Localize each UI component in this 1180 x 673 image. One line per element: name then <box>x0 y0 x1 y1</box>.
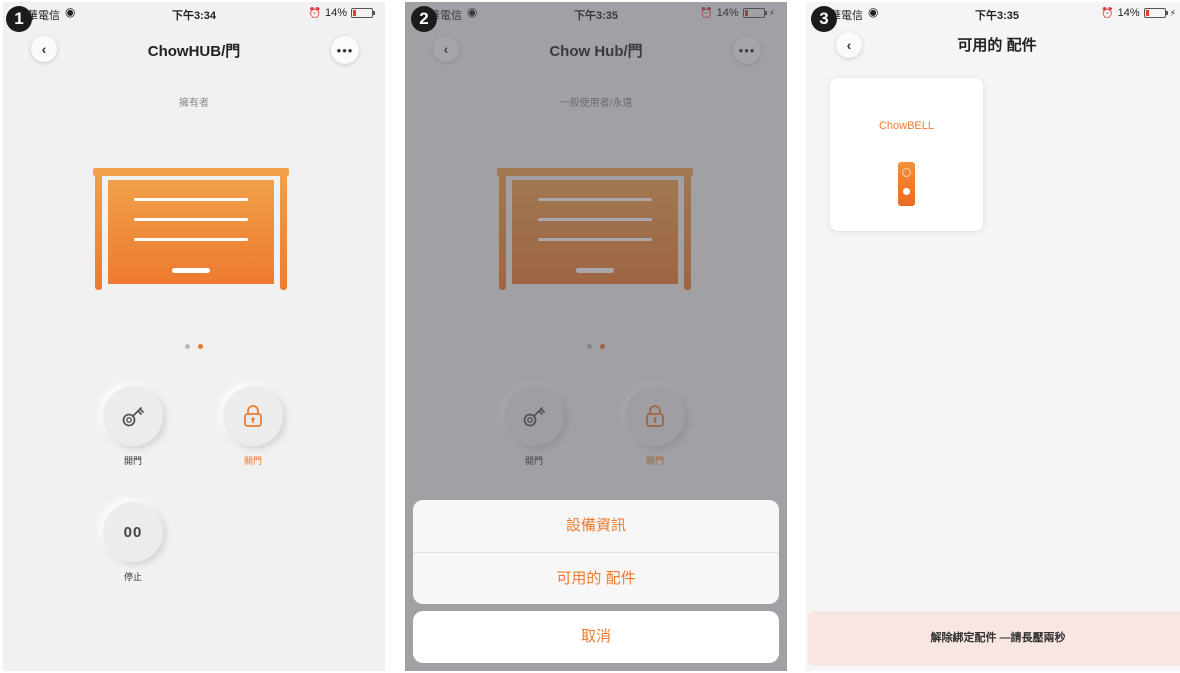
unbind-accessory-hint[interactable]: 解除綁定配件 —請長壓兩秒 <box>808 611 1180 666</box>
stage: 1 2 3 華電信 ◉ 下午3:34 ⏰ 14% ‹ ChowHUB/門 •••… <box>0 0 1180 673</box>
battery-icon <box>1143 8 1168 18</box>
step-badge-1: 1 <box>6 6 32 32</box>
screen-owner-door: 華電信 ◉ 下午3:34 ⏰ 14% ‹ ChowHUB/門 ••• 擁有者 開… <box>3 2 385 671</box>
status-bar: 華電信 ◉ 下午3:35 ⏰ 14% ⚡ <box>806 2 1180 24</box>
close-door-button[interactable] <box>223 386 283 446</box>
pause-icon: 00 <box>123 523 143 541</box>
page-title: 可用的 配件 <box>957 37 1037 54</box>
more-button[interactable]: ••• <box>331 36 359 64</box>
alarm-icon: ⏰ <box>308 7 321 19</box>
screen-available-accessories: 華電信 ◉ 下午3:35 ⏰ 14% ⚡ ‹ 可用的 配件 ChowBELL 解… <box>806 2 1180 671</box>
accessory-name: ChowBELL <box>878 120 935 132</box>
battery-percent: 14% <box>324 7 347 19</box>
close-door-label: 關門 <box>243 456 262 466</box>
available-accessories-option[interactable]: 可用的 配件 <box>413 552 779 604</box>
page-dot-2-active[interactable] <box>198 344 203 349</box>
nav-bar: ‹ 可用的 配件 <box>806 26 1180 70</box>
stop-door-button[interactable]: 00 <box>103 502 163 562</box>
garage-door-illustration <box>93 168 289 292</box>
status-bar: 華電信 ◉ 下午3:34 ⏰ 14% <box>3 2 385 24</box>
lock-icon <box>244 405 262 427</box>
page-title: ChowHUB/門 <box>147 43 241 60</box>
page-indicator[interactable] <box>3 344 385 349</box>
close-door-control[interactable]: 關門 <box>221 386 285 467</box>
alarm-icon: ⏰ <box>1101 7 1114 19</box>
step-badge-3: 3 <box>811 6 837 32</box>
action-sheet: 設備資訊 可用的 配件 <box>413 500 779 604</box>
accessory-card[interactable]: ChowBELL <box>830 78 983 231</box>
battery-icon <box>351 8 375 18</box>
page-dot-1[interactable] <box>185 344 190 349</box>
nav-bar: ‹ ChowHUB/門 ••• <box>3 26 385 70</box>
screen-action-sheet: 華電信 ◉ 下午3:35 ⏰ 14% ⚡ ‹ Chow Hub/門 ••• 一般… <box>405 2 787 671</box>
battery-percent: 14% <box>1117 7 1140 19</box>
charging-icon: ⚡ <box>1169 7 1176 18</box>
open-door-label: 開門 <box>123 456 142 466</box>
stop-door-control[interactable]: 00 停止 <box>101 502 165 583</box>
stop-door-label: 停止 <box>123 572 142 582</box>
open-door-button[interactable] <box>103 386 163 446</box>
step-badge-2: 2 <box>411 6 437 32</box>
user-role-label: 擁有者 <box>179 98 209 109</box>
open-door-control[interactable]: 開門 <box>101 386 165 467</box>
ellipsis-icon: ••• <box>336 42 354 58</box>
cancel-button[interactable]: 取消 <box>413 611 779 663</box>
device-info-option[interactable]: 設備資訊 <box>413 500 779 552</box>
doorbell-icon <box>898 162 915 206</box>
key-icon <box>122 407 144 427</box>
